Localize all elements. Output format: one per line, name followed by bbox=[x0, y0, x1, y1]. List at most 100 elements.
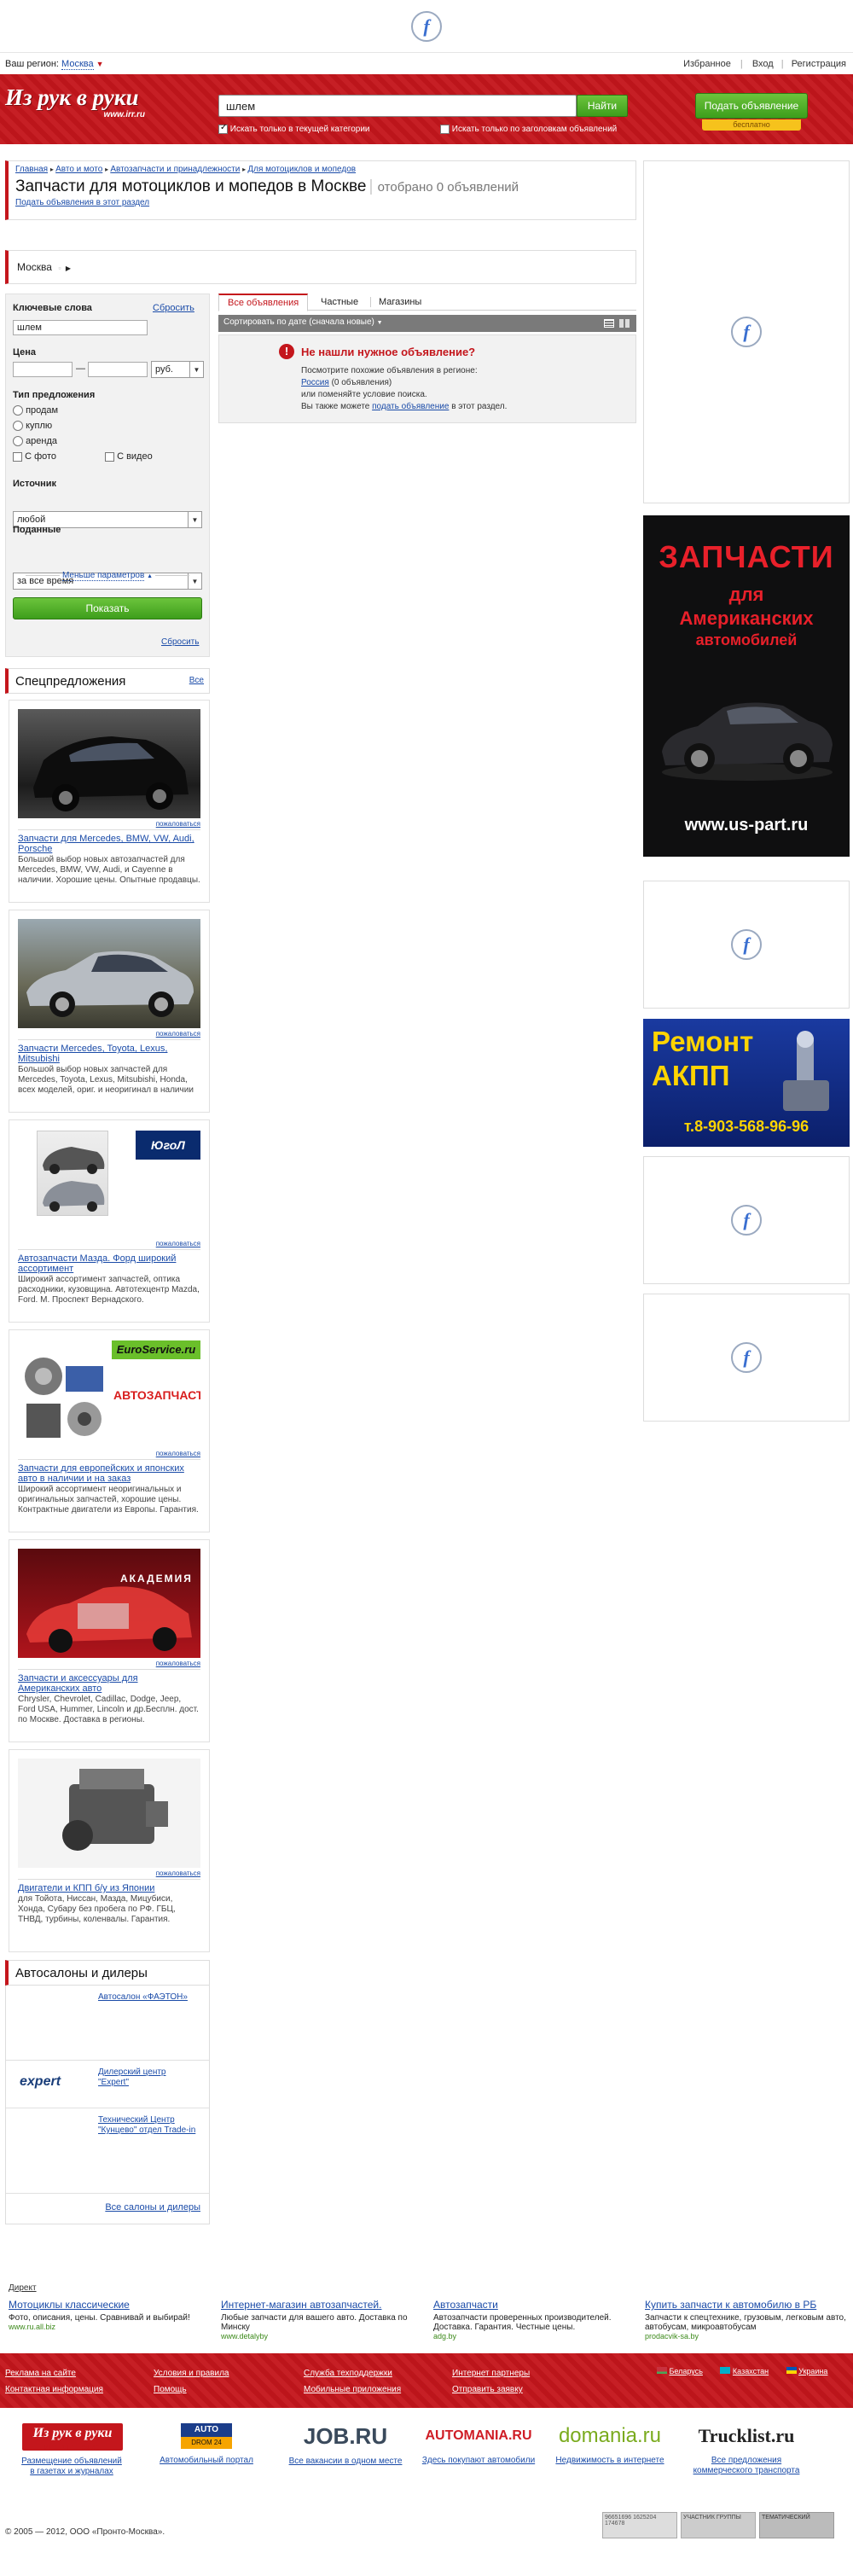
offer-card[interactable]: пожаловаться Запчасти Mercedes, Toyota, … bbox=[9, 910, 210, 1113]
offer-type-sell[interactable]: продам bbox=[13, 405, 58, 416]
keywords-input[interactable]: шлем bbox=[13, 320, 148, 335]
tab-all[interactable]: Все объявления bbox=[218, 294, 309, 311]
offer-image[interactable]: ЮгоЛ bbox=[18, 1129, 200, 1238]
direct-ad[interactable]: Мотоциклы классические Фото, описания, ц… bbox=[9, 2299, 205, 2331]
offer-title[interactable]: Запчасти и аксессуары для Американских а… bbox=[18, 1673, 200, 1694]
show-button[interactable]: Показать bbox=[13, 597, 202, 619]
direct-ad-title[interactable]: Купить запчасти к автомобилю в РБ bbox=[645, 2299, 846, 2311]
special-offers-all-link[interactable]: Все bbox=[189, 676, 204, 685]
dealer-link[interactable]: Технический Центр "Кунцево" отдел Trade-… bbox=[98, 2115, 200, 2136]
partner-logo[interactable]: domania.ru Недвижимость в интернете bbox=[546, 2423, 674, 2485]
report-link[interactable]: пожаловаться bbox=[18, 820, 200, 830]
flash-banner[interactable]: f bbox=[643, 1156, 850, 1284]
offer-card[interactable]: EuroService.ru АВТОЗАПЧАСТИ пожаловаться… bbox=[9, 1329, 210, 1532]
only-titles-checkbox[interactable] bbox=[440, 125, 450, 134]
flash-banner[interactable]: f bbox=[643, 1294, 850, 1422]
footer-link[interactable]: Помощь bbox=[154, 2385, 187, 2394]
offer-title[interactable]: Двигатели и КПП б/у из Японии bbox=[18, 1883, 200, 1893]
direct-ad[interactable]: Интернет-магазин автозапчастей. Любые за… bbox=[221, 2299, 417, 2340]
us-parts-banner[interactable]: ЗАПЧАСТИ для Американских автомобилей ww… bbox=[643, 515, 850, 857]
breadcrumb-item[interactable]: Главная bbox=[15, 165, 48, 174]
price-from-input[interactable] bbox=[13, 362, 73, 377]
region-russia-link[interactable]: Россия bbox=[301, 378, 329, 387]
partner-logo[interactable]: JOB.RU Все вакансии в одном месте bbox=[281, 2423, 409, 2485]
top-flash-banner[interactable]: f bbox=[0, 0, 853, 53]
list-view-icon[interactable] bbox=[604, 319, 614, 328]
footer-link[interactable]: Служба техподдержки bbox=[304, 2369, 392, 2378]
flash-banner[interactable]: f bbox=[643, 160, 850, 503]
tab-shops[interactable]: Магазины bbox=[379, 294, 421, 311]
search-button[interactable]: Найти bbox=[577, 95, 628, 117]
breadcrumb-item[interactable]: Для мотоциклов и мопедов bbox=[247, 165, 356, 174]
radio-button[interactable] bbox=[13, 405, 23, 416]
offer-card[interactable]: ЮгоЛ пожаловаться Автозапчасти Мазда. Фо… bbox=[9, 1119, 210, 1323]
counter-badge[interactable]: 96651696 1625204 174678 bbox=[602, 2512, 677, 2538]
country-link[interactable]: Украина bbox=[798, 2367, 827, 2375]
footer-link[interactable]: Контактная информация bbox=[5, 2385, 103, 2394]
akpp-repair-banner[interactable]: Ремонт АКПП т.8-903-568-96-96 bbox=[643, 1019, 850, 1147]
country-link[interactable]: Беларусь bbox=[670, 2367, 703, 2375]
register-link[interactable]: Регистрация bbox=[792, 59, 846, 69]
direct-ad-title[interactable]: Интернет-магазин автозапчастей. bbox=[221, 2299, 417, 2311]
search-input[interactable]: шлем bbox=[218, 95, 577, 117]
region-city[interactable]: Москва bbox=[61, 59, 94, 70]
report-link[interactable]: пожаловаться bbox=[18, 1660, 200, 1670]
reset-bottom-link[interactable]: Сбросить bbox=[161, 637, 199, 647]
post-here-link[interactable]: Подать объявления в этот раздел bbox=[15, 198, 629, 207]
report-link[interactable]: пожаловаться bbox=[18, 1450, 200, 1460]
only-titles-option[interactable]: Искать только по заголовкам объявлений bbox=[440, 125, 617, 134]
sort-select[interactable]: Сортировать по дате (сначала новые) ▼ bbox=[223, 317, 383, 327]
breadcrumb-item[interactable]: Автозапчасти и принадлежности bbox=[110, 165, 240, 174]
offer-image[interactable]: АКАДЕМИЯ bbox=[18, 1549, 200, 1658]
offer-type-rent[interactable]: аренда bbox=[13, 436, 57, 447]
report-link[interactable]: пожаловаться bbox=[18, 1030, 200, 1040]
only-category-option[interactable]: ✓ Искать только в текущей категории bbox=[218, 123, 370, 134]
region-selector[interactable]: Ваш регион: Москва ▼ bbox=[5, 59, 104, 70]
footer-link[interactable]: Интернет партнеры bbox=[452, 2369, 530, 2378]
checkbox[interactable] bbox=[105, 451, 114, 462]
offer-title[interactable]: Запчасти Mercedes, Toyota, Lexus, Mitsub… bbox=[18, 1044, 200, 1064]
location-city[interactable]: Москва bbox=[17, 261, 52, 273]
offer-image[interactable] bbox=[18, 709, 200, 818]
fewer-params-toggle[interactable]: Меньше параметров ▲ bbox=[6, 571, 209, 581]
dealer-item[interactable]: expert Дилерский центр "Expert" bbox=[6, 2061, 209, 2108]
country-link[interactable]: Казахстан bbox=[733, 2367, 769, 2375]
offer-image[interactable] bbox=[18, 919, 200, 1028]
partner-logo[interactable]: Из рук в руки ИНТЕРНЕТ - ОФИС Размещение… bbox=[20, 2423, 123, 2485]
site-logo[interactable]: Из рук в руки www.irr.ru bbox=[5, 84, 148, 125]
direct-ad-title[interactable]: Автозапчасти bbox=[433, 2299, 630, 2311]
radio-button[interactable] bbox=[13, 421, 23, 432]
offer-card[interactable]: АКАДЕМИЯ пожаловаться Запчасти и аксессу… bbox=[9, 1539, 210, 1742]
offer-card[interactable]: пожаловаться Запчасти для Mercedes, BMW,… bbox=[9, 700, 210, 903]
flash-banner[interactable]: f bbox=[643, 881, 850, 1009]
partner-logo[interactable]: Trucklist.ru Все предложения коммерческо… bbox=[682, 2423, 810, 2485]
price-to-input[interactable] bbox=[88, 362, 148, 377]
dealer-link[interactable]: Автосалон «ФАЭТОН» bbox=[98, 1992, 188, 2002]
footer-link[interactable]: Отправить заявку bbox=[452, 2385, 523, 2394]
favorites-link[interactable]: Избранное bbox=[683, 59, 731, 69]
location-clear-icon[interactable]: ▫ bbox=[58, 264, 61, 272]
report-link[interactable]: пожаловаться bbox=[18, 1240, 200, 1250]
direct-ad[interactable]: Купить запчасти к автомобилю в РБ Запчас… bbox=[645, 2299, 846, 2340]
report-link[interactable]: пожаловаться bbox=[18, 1869, 200, 1880]
grid-view-icon[interactable] bbox=[619, 319, 630, 328]
reset-link[interactable]: Сбросить bbox=[153, 303, 194, 313]
with-video-option[interactable]: С видео bbox=[105, 451, 153, 462]
login-link[interactable]: Вход bbox=[752, 59, 774, 69]
counter-badge[interactable]: ТЕМАТИЧЕСКИЙ bbox=[759, 2512, 834, 2538]
post-ad-link[interactable]: подать объявление bbox=[372, 402, 449, 411]
post-ad-button[interactable]: Подать объявление bbox=[695, 93, 808, 119]
direct-ad[interactable]: Автозапчасти Автозапчасти проверенных пр… bbox=[433, 2299, 630, 2340]
footer-link[interactable]: Условия и правила bbox=[154, 2369, 229, 2378]
only-category-checkbox[interactable]: ✓ bbox=[218, 123, 228, 134]
offer-title[interactable]: Запчасти для Mercedes, BMW, VW, Audi, Po… bbox=[18, 834, 200, 854]
offer-image[interactable]: EuroService.ru АВТОЗАПЧАСТИ bbox=[18, 1339, 200, 1448]
direct-label[interactable]: Директ bbox=[9, 2283, 37, 2293]
partner-logo[interactable]: AUTO DROM 24 Автомобильный портал bbox=[155, 2423, 258, 2485]
dealer-link[interactable]: Дилерский центр "Expert" bbox=[98, 2067, 192, 2088]
footer-link[interactable]: Реклама на сайте bbox=[5, 2369, 76, 2378]
offer-image[interactable] bbox=[18, 1759, 200, 1868]
currency-select[interactable]: руб. ▼ bbox=[151, 361, 204, 378]
direct-ad-title[interactable]: Мотоциклы классические bbox=[9, 2299, 205, 2311]
breadcrumb-item[interactable]: Авто и мото bbox=[55, 165, 102, 174]
